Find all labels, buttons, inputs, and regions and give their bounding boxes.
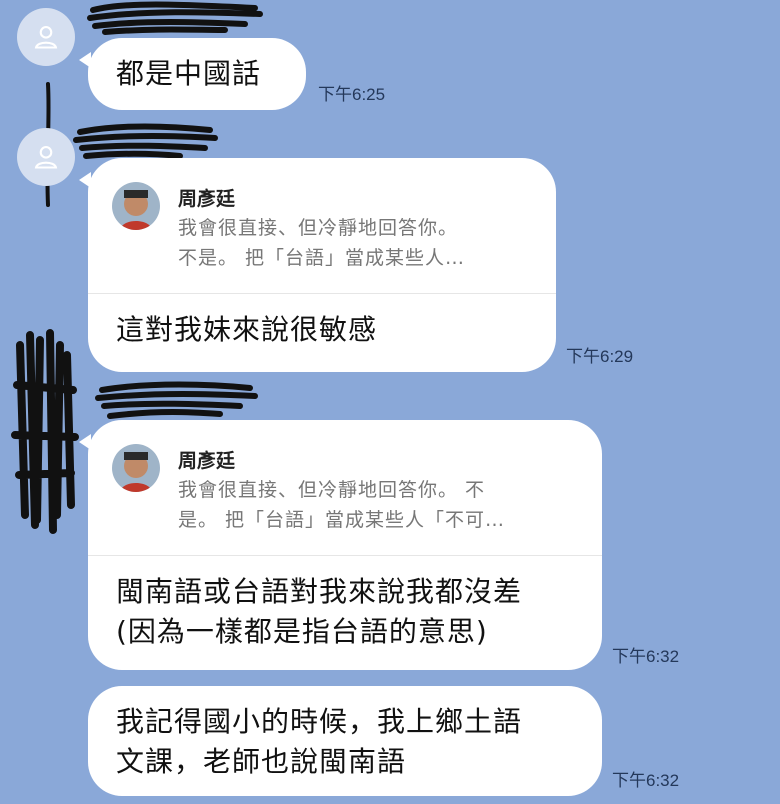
quoted-author-photo [112, 444, 160, 492]
default-user-icon [34, 146, 58, 169]
reply-quote[interactable]: 周彥廷 我會很直接、但冷靜地回答你。 不是。 把「台語」當成某些人… [88, 158, 556, 294]
quoted-text-line-1: 我會很直接、但冷靜地回答你。 [178, 217, 459, 239]
quoted-text-line-2: 不是。 把「台語」當成某些人… [178, 247, 466, 269]
message-bubble[interactable]: 周彥廷 我會很直接、但冷靜地回答你。 不 是。 把「台語」當成某些人「不可… 閩… [79, 420, 602, 670]
message-text-line-2: (因為一樣都是指台語的意思) [116, 615, 488, 648]
message-text-line-1: 閩南語或台語對我來說我都沒差 [116, 575, 523, 608]
avatar[interactable] [17, 8, 75, 66]
message-bubble[interactable]: 都是中國話 [79, 38, 306, 110]
redaction-scribble-name-1 [87, 1, 263, 35]
bubble-tail [79, 52, 91, 68]
quoted-author-photo [112, 182, 160, 230]
message-text: 都是中國話 [116, 57, 262, 90]
message-time: 下午6:32 [612, 771, 680, 790]
redaction-scribble-avatar [11, 329, 79, 534]
message-time: 下午6:32 [612, 647, 680, 666]
message-text-line-1: 我記得國小的時候，我上鄉土語 [116, 705, 523, 738]
message-text-line-2: 文課，老師也說閩南語 [116, 745, 407, 778]
quoted-text-line-1: 我會很直接、但冷靜地回答你。 不 [178, 479, 486, 501]
message-time: 下午6:29 [566, 347, 634, 366]
reply-quote[interactable]: 周彥廷 我會很直接、但冷靜地回答你。 不 是。 把「台語」當成某些人「不可… [88, 420, 602, 556]
quoted-author-name: 周彥廷 [178, 450, 236, 472]
message-bubble[interactable]: 我記得國小的時候，我上鄉土語 文課，老師也說閩南語 [88, 686, 602, 796]
message-text: 這對我妹來說很敏感 [116, 313, 378, 346]
avatar[interactable] [17, 128, 75, 186]
default-user-icon [34, 26, 58, 49]
message-bubble[interactable]: 周彥廷 我會很直接、但冷靜地回答你。 不是。 把「台語」當成某些人… 這對我妹來… [79, 158, 556, 372]
quoted-text-line-2: 是。 把「台語」當成某些人「不可… [178, 509, 506, 531]
quoted-author-name: 周彥廷 [178, 188, 236, 210]
message-time: 下午6:25 [318, 85, 386, 104]
